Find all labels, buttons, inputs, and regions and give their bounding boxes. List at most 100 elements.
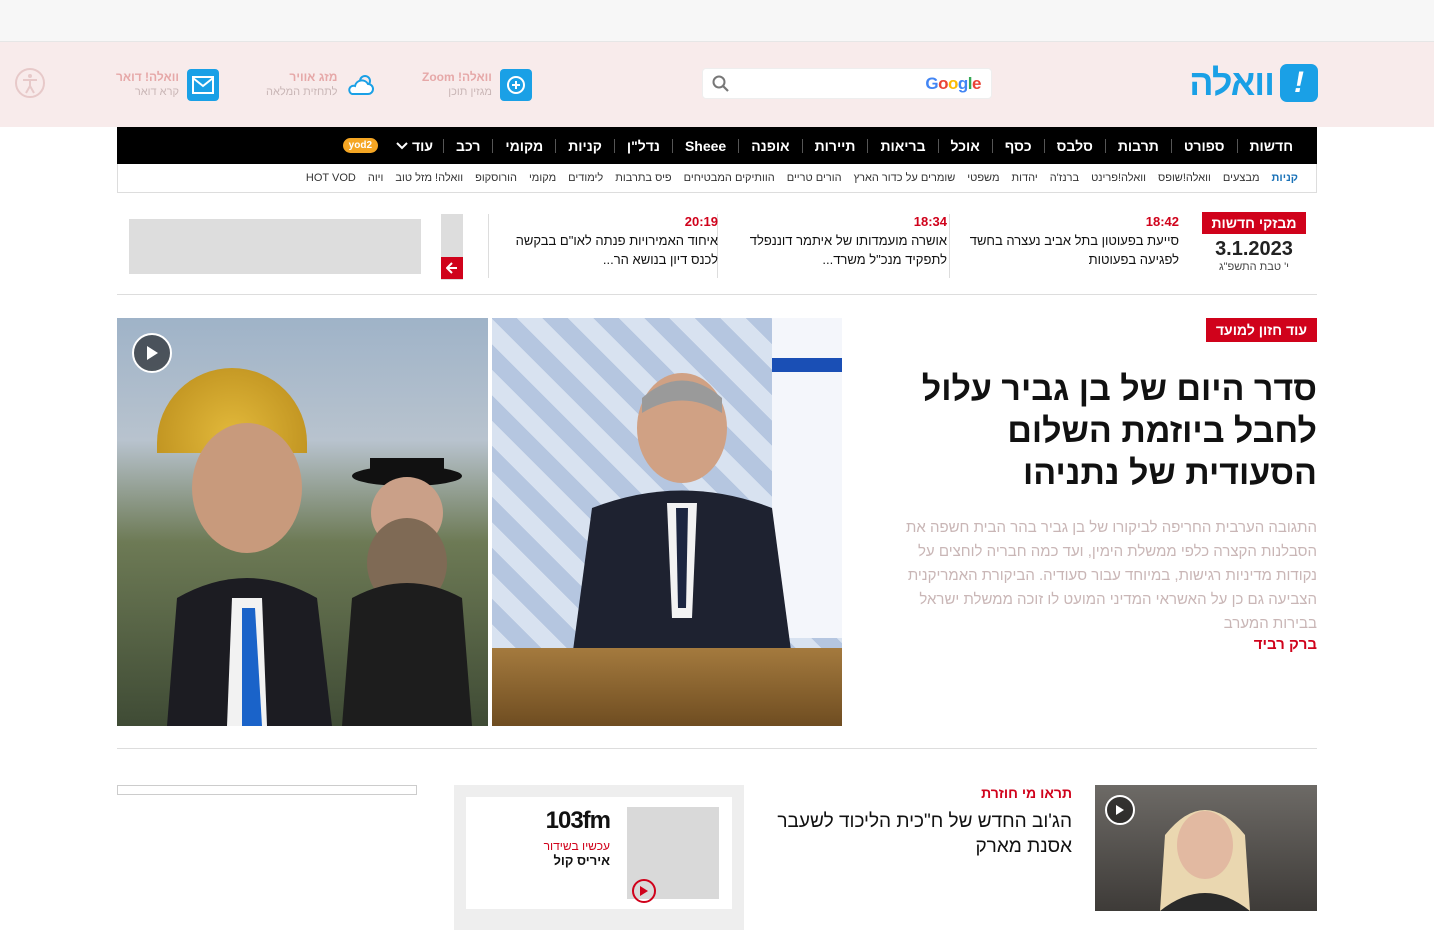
nav-item-health[interactable]: בריאות bbox=[867, 138, 937, 153]
subnav-item[interactable]: הורוסקופ bbox=[469, 172, 523, 184]
search-icon[interactable] bbox=[711, 74, 731, 94]
breaking-item[interactable]: 18:34 אושרה מועמדותו של איתמר דוננפלד לת… bbox=[717, 214, 947, 278]
logo-mark: ! bbox=[1280, 64, 1318, 102]
breaking-text: אושרה מועמדותו של איתמר דוננפלד לתפקיד מ… bbox=[749, 233, 947, 267]
main-nav: חדשות ספורט תרבות סלבס כסף אוכל בריאות ת… bbox=[117, 127, 1317, 164]
walla-logo[interactable]: ! וואלה bbox=[1152, 62, 1318, 103]
play-icon[interactable] bbox=[132, 333, 172, 373]
nav-item-money[interactable]: כסף bbox=[991, 138, 1044, 153]
mail-icon bbox=[186, 69, 219, 101]
hero-photo-right bbox=[492, 318, 842, 726]
nav-item-sport[interactable]: ספורט bbox=[1170, 138, 1237, 153]
subnav-item[interactable]: ברנז'ה bbox=[1044, 172, 1085, 184]
subnav-item[interactable]: משפטי bbox=[961, 172, 1005, 184]
side-ad-box bbox=[117, 785, 417, 795]
mail-title: וואלה! דואר bbox=[116, 70, 179, 84]
subnav-item[interactable]: מבצעים bbox=[1217, 172, 1266, 184]
zoom-link[interactable]: וואלה! Zoom מגזין תוכן bbox=[422, 68, 532, 102]
sub-nav: קניות מבצעים וואלה!שופס וואלה!פרינט ברנז… bbox=[117, 164, 1317, 193]
hero-summary[interactable]: התגובה הערבית החריפה לביקורו של בן גביר … bbox=[880, 516, 1317, 636]
mail-link[interactable]: וואלה! דואר קרא דואר bbox=[116, 68, 219, 102]
arrow-left-icon bbox=[446, 262, 457, 274]
zoom-icon bbox=[499, 69, 532, 101]
google-logo: Google bbox=[925, 74, 981, 93]
nav-item-food[interactable]: אוכל bbox=[937, 138, 992, 153]
breaking-date: 3.1.2023 bbox=[1215, 238, 1293, 260]
breaking-text: סייעת בפעוטון בתל אביב נעצרה בחשד לפגיעה… bbox=[969, 233, 1179, 267]
radio-live-label: עכשיו בשידור bbox=[543, 839, 610, 853]
subnav-item[interactable]: קניות bbox=[1266, 172, 1304, 184]
chevron-down-icon bbox=[396, 141, 408, 149]
nav-item-celebs[interactable]: סלבס bbox=[1043, 138, 1105, 153]
ad-slot bbox=[129, 219, 421, 274]
subnav-item[interactable]: הוותיקים המבטיחים bbox=[678, 172, 781, 184]
nav-item-fashion[interactable]: אופנה bbox=[738, 138, 801, 153]
card-image bbox=[1095, 785, 1317, 911]
radio-host: איריס קול bbox=[553, 853, 611, 868]
subnav-item[interactable]: יהדות bbox=[1006, 172, 1044, 184]
subnav-item[interactable]: לימודים bbox=[562, 172, 609, 184]
breaking-item[interactable]: 18:42 סייעת בפעוטון בתל אביב נעצרה בחשד … bbox=[949, 214, 1179, 278]
nav-item-cars[interactable]: רכב bbox=[443, 138, 492, 153]
breaking-prev-button[interactable] bbox=[441, 257, 463, 279]
person-figure bbox=[167, 423, 332, 726]
subnav-item[interactable]: פיס בתרבות bbox=[609, 172, 677, 184]
breaking-news-bar: מבזקי חדשות 3.1.2023 י' טבת התשפ"ג 18:42… bbox=[117, 212, 1317, 282]
subnav-item[interactable]: וואלה!שופס bbox=[1152, 172, 1217, 184]
nav-more-button[interactable]: עוד bbox=[386, 138, 443, 154]
google-search-box[interactable]: Google bbox=[702, 68, 992, 99]
nav-more-label: עוד bbox=[412, 137, 434, 154]
zoom-subtitle: מגזין תוכן bbox=[448, 86, 492, 98]
radio-logo: 103fm bbox=[545, 807, 611, 834]
person-figure bbox=[572, 373, 792, 658]
podium-shape bbox=[492, 648, 842, 726]
nav-item-sheee[interactable]: Sheee bbox=[671, 138, 738, 153]
divider bbox=[117, 748, 1317, 749]
subnav-item[interactable]: ויוה bbox=[362, 172, 390, 184]
accessibility-icon[interactable] bbox=[14, 67, 46, 99]
breaking-time: 18:34 bbox=[913, 214, 947, 229]
play-icon[interactable] bbox=[1105, 795, 1135, 825]
breaking-hebrew-date: י' טבת התשפ"ג bbox=[1218, 261, 1290, 273]
subnav-item[interactable]: וואלה! מזל טוב bbox=[389, 172, 469, 184]
nav-item-realestate[interactable]: נדל"ן bbox=[613, 138, 672, 153]
subnav-item[interactable]: מקומי bbox=[523, 172, 562, 184]
breaking-text: איחוד האמירויות פנתה לאו"ם בבקשה לכנס די… bbox=[515, 233, 718, 267]
article-card[interactable]: תראו מי חוזרת הג'וב החדש של ח"כית הליכוד… bbox=[777, 785, 1317, 911]
hero-photo-left bbox=[117, 318, 488, 726]
hero-title[interactable]: סדר היום של בן גביר עלול לחבל ביוזמת השל… bbox=[880, 368, 1317, 494]
weather-subtitle: לתחזית המלאה bbox=[266, 86, 338, 98]
nav-item-local[interactable]: מקומי bbox=[492, 138, 555, 153]
weather-title: מזג אוויר bbox=[289, 70, 338, 84]
hero-article: עוד חזון למועד סדר היום של בן גביר עלול … bbox=[880, 318, 1317, 653]
subnav-item[interactable]: הורים טריים bbox=[781, 172, 848, 184]
person-figure bbox=[1160, 810, 1250, 911]
breaking-label[interactable]: מבזקי חדשות bbox=[1202, 212, 1306, 234]
weather-link[interactable]: מזג אוויר לתחזית המלאה bbox=[266, 68, 377, 102]
card-title[interactable]: הג'וב החדש של ח"כית הליכוד לשעבר אסנת מא… bbox=[772, 809, 1072, 859]
hero-tag[interactable]: עוד חזון למועד bbox=[1205, 318, 1317, 342]
yod2-badge[interactable]: yod2 bbox=[342, 138, 379, 153]
mail-subtitle: קרא דואר bbox=[134, 86, 179, 98]
zoom-title: וואלה! Zoom bbox=[422, 70, 492, 84]
subnav-item[interactable]: וואלה!פרינט bbox=[1085, 172, 1152, 184]
site-header: ! וואלה Google וואלה! Zoom מגזין תוכן מז… bbox=[0, 42, 1434, 127]
breaking-item[interactable]: 20:19 איחוד האמירויות פנתה לאו"ם בבקשה ל… bbox=[488, 214, 718, 278]
hero-image[interactable] bbox=[117, 318, 842, 726]
breaking-time: 18:42 bbox=[1145, 214, 1179, 229]
radio-card[interactable]: 103fm עכשיו בשידור איריס קול bbox=[466, 797, 732, 909]
nav-item-news[interactable]: חדשות bbox=[1236, 138, 1306, 153]
radio-widget: 103fm עכשיו בשידור איריס קול bbox=[454, 785, 744, 930]
card-tag: תראו מי חוזרת bbox=[981, 785, 1072, 801]
play-icon[interactable] bbox=[632, 879, 656, 903]
nav-item-shopping[interactable]: קניות bbox=[555, 138, 614, 153]
subnav-item[interactable]: שומרים על כדור הארץ bbox=[848, 172, 962, 184]
hero-author[interactable]: ברק רביד bbox=[880, 636, 1317, 653]
weather-icon bbox=[345, 69, 377, 101]
breaking-time: 20:19 bbox=[684, 214, 718, 229]
nav-item-tourism[interactable]: תיירות bbox=[801, 138, 868, 153]
browser-top-strip bbox=[0, 0, 1434, 42]
divider bbox=[117, 294, 1317, 295]
subnav-item[interactable]: HOT VOD bbox=[300, 172, 362, 184]
nav-item-culture[interactable]: תרבות bbox=[1104, 138, 1171, 153]
